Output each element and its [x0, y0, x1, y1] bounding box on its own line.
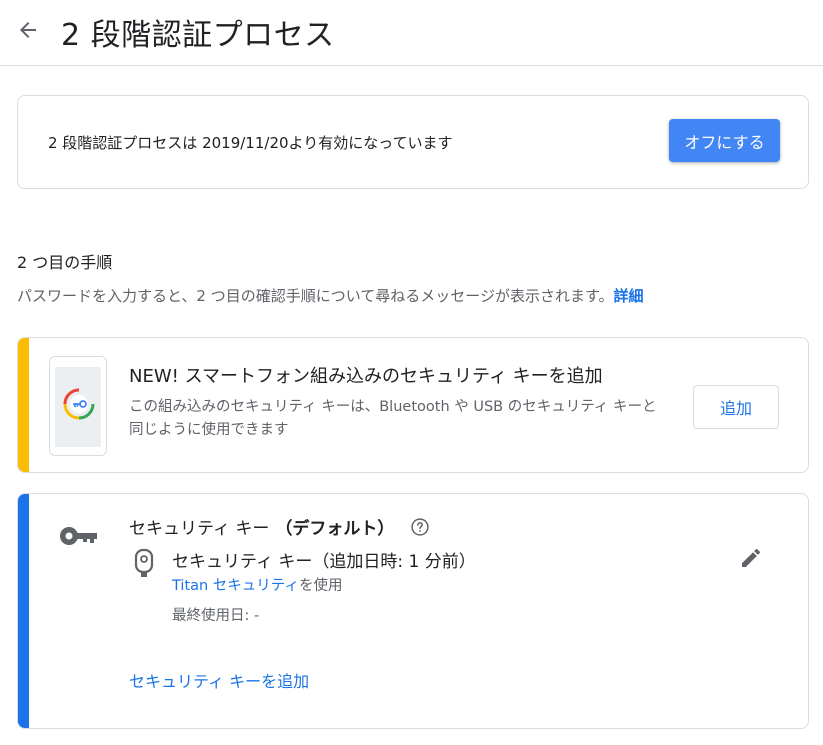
- add-security-key-link[interactable]: セキュリティ キーを追加: [129, 668, 309, 692]
- second-step-heading: 2 つ目の手順: [17, 253, 113, 272]
- edit-button[interactable]: [735, 542, 767, 574]
- detail-link[interactable]: 詳細: [613, 287, 643, 305]
- key-icon: [60, 527, 97, 545]
- promo-title: NEW! スマートフォン組み込みのセキュリティ キーを追加: [129, 366, 603, 387]
- usb-key-icon: [134, 548, 154, 577]
- pencil-icon: [742, 548, 761, 567]
- last-used-text: 最終使用日: -: [172, 608, 260, 624]
- second-step-description-text: パスワードを入力すると、2 つ目の確認手順について尋ねるメッセージが表示されます…: [17, 287, 614, 305]
- security-key-heading: セキュリティ キー （デフォルト）: [129, 514, 430, 539]
- security-key-name: セキュリティ キー（追加日時: 1 分前）: [172, 552, 476, 572]
- phone-key-icon: [63, 388, 95, 420]
- promo-accent-bar: [18, 338, 29, 472]
- arrow-back-icon: [20, 22, 36, 38]
- back-button[interactable]: [12, 14, 44, 46]
- security-key-heading-text: セキュリティ キー: [129, 519, 270, 539]
- titan-security-link[interactable]: Titan セキュリティ: [172, 578, 299, 594]
- provider-suffix: を使用: [298, 578, 343, 594]
- turn-off-button[interactable]: オフにする: [669, 119, 780, 162]
- promo-description: この組み込みのセキュリティ キーは、Bluetooth や USB のセキュリテ…: [129, 399, 657, 438]
- key-provider: Titan セキュリティを使用: [172, 574, 342, 595]
- key-accent-bar: [18, 494, 29, 728]
- phone-key-promo-card: NEW! スマートフォン組み込みのセキュリティ キーを追加 この組み込みのセキュ…: [17, 337, 809, 473]
- phone-illustration: [49, 356, 107, 456]
- help-icon[interactable]: [410, 517, 430, 537]
- page-title: 2 段階認証プロセス: [61, 18, 335, 53]
- security-key-card: セキュリティ キー （デフォルト） セキュリティ キー（追加日時: 1 分前） …: [17, 493, 809, 729]
- default-label: （デフォルト）: [275, 519, 395, 539]
- add-phone-key-button[interactable]: 追加: [693, 385, 779, 429]
- second-step-description: パスワードを入力すると、2 つ目の確認手順について尋ねるメッセージが表示されます…: [17, 285, 643, 306]
- status-card: 2 段階認証プロセスは 2019/11/20より有効になっています オフにする: [17, 95, 809, 189]
- status-text: 2 段階認証プロセスは 2019/11/20より有効になっています: [48, 134, 453, 152]
- page-header: 2 段階認証プロセス: [0, 0, 823, 66]
